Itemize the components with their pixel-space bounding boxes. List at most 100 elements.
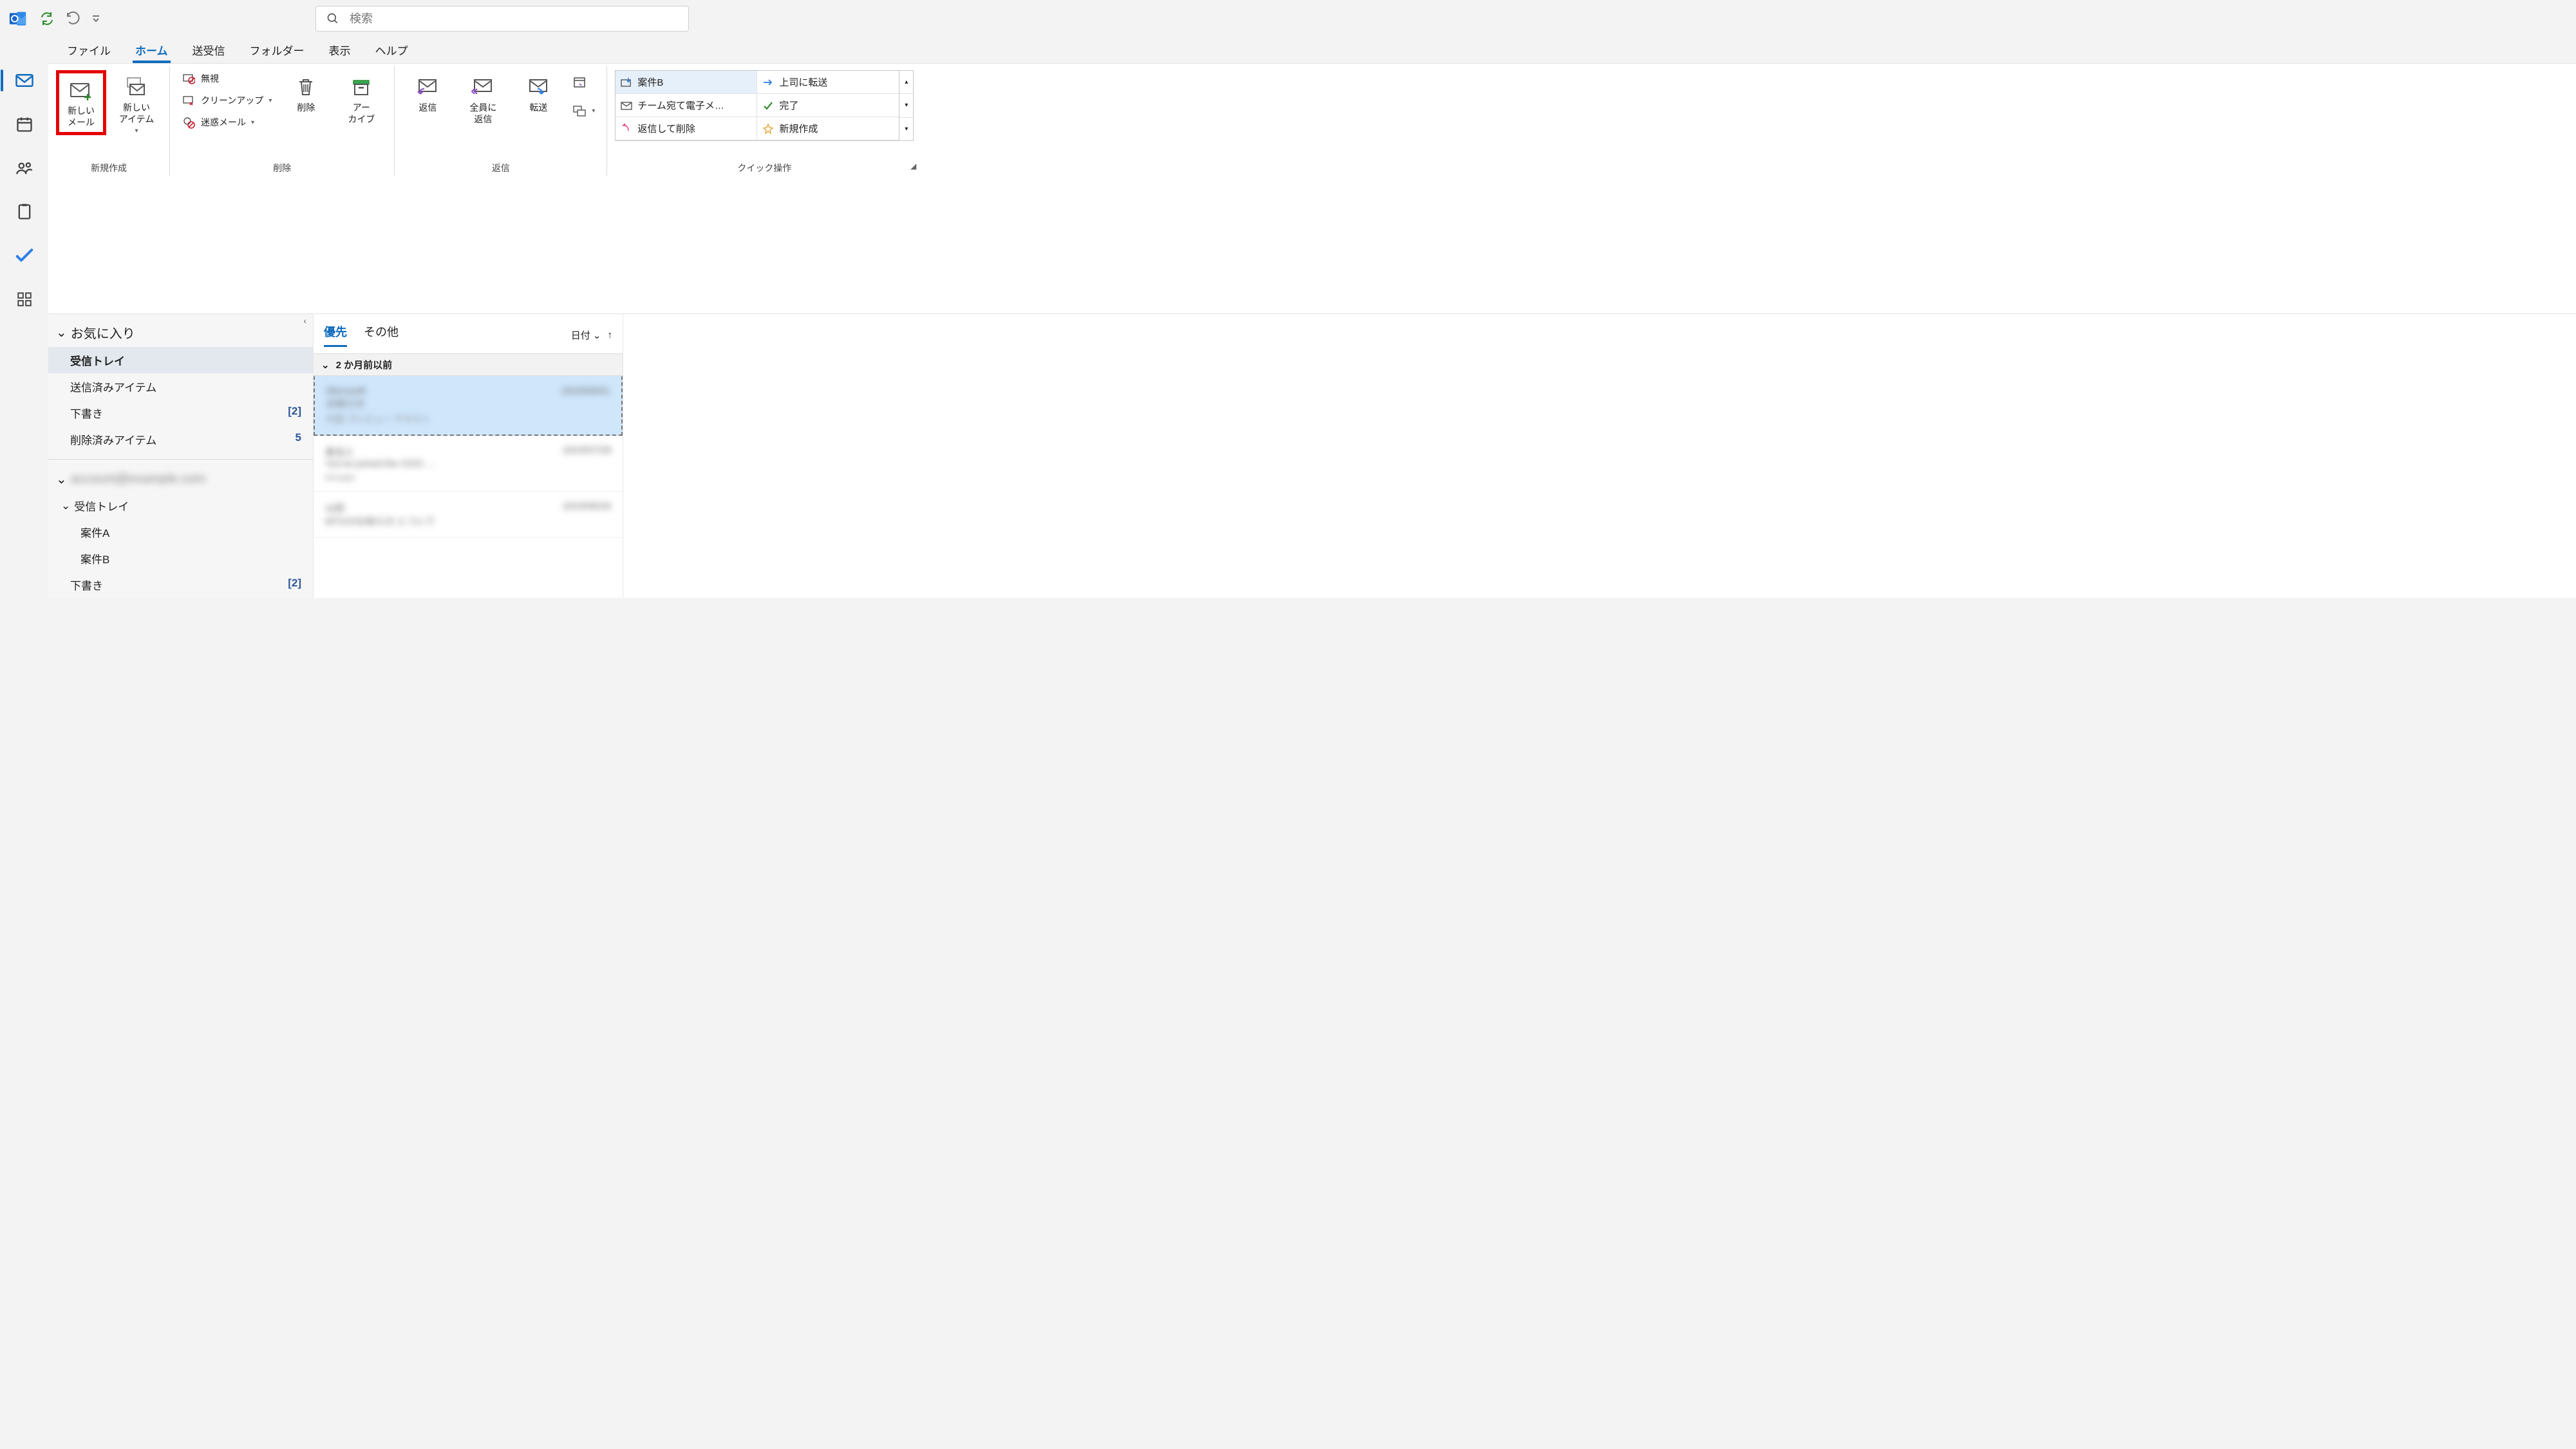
date-group-label: 2 か月前以前	[336, 358, 393, 371]
quick-step-2[interactable]: 上司に転送	[757, 71, 899, 94]
qs6-label: 新規作成	[779, 122, 818, 135]
reply-label: 返信	[418, 102, 437, 114]
chevron-down-icon: ⌄	[593, 330, 601, 341]
sort-by-button[interactable]: 日付 ⌄	[571, 328, 601, 342]
folder-inbox-2[interactable]: ⌄ 受信トレイ	[48, 492, 313, 519]
quick-step-down[interactable]: ▾	[899, 94, 913, 117]
folder-divider	[48, 459, 313, 460]
chevron-down-icon: ⌄	[56, 471, 67, 487]
reply-button[interactable]: 返信	[402, 70, 453, 118]
group-label-new: 新規作成	[91, 162, 127, 174]
reading-pane	[623, 314, 2576, 598]
date-group-header[interactable]: ⌄ 2 か月前以前	[314, 353, 623, 376]
quick-step-4[interactable]: 完了	[757, 94, 899, 117]
more-respond-button[interactable]: ▾	[569, 102, 599, 119]
folder-inbox-label: 受信トレイ	[70, 352, 125, 368]
favorites-header[interactable]: ⌄ お気に入り	[48, 318, 313, 347]
folder-inbox2-label: 受信トレイ	[74, 498, 129, 514]
tab-help[interactable]: ヘルプ	[373, 39, 411, 63]
ribbon: 新しい メール 新しい アイテム ▾ 新規作成	[48, 63, 2576, 314]
quick-step-3[interactable]: チーム宛て電子メ…	[616, 94, 757, 117]
forward-button[interactable]: 転送	[513, 70, 563, 118]
ribbon-group-new: 新しい メール 新しい アイテム ▾ 新規作成	[48, 66, 170, 176]
search-box[interactable]	[315, 6, 689, 32]
new-items-label: 新しい アイテム	[119, 102, 155, 125]
other-tab[interactable]: その他	[364, 323, 399, 347]
quick-step-dialog-launcher[interactable]: ◢	[908, 159, 919, 173]
folder-deleted-label: 削除済みアイテム	[70, 431, 156, 447]
message-item[interactable]: Microsoft2023/09/01 お知らせ 内容 プレビュー テキスト	[314, 376, 623, 436]
junk-label: 迷惑メール	[201, 116, 246, 129]
new-mail-button[interactable]: 新しい メール	[56, 70, 106, 135]
tab-send-receive[interactable]: 送受信	[190, 39, 228, 63]
archive-button[interactable]: アー カイブ	[336, 70, 386, 129]
ignore-button[interactable]: 無視	[178, 70, 276, 87]
qs5-label: 返信して削除	[637, 122, 695, 135]
rail-todo-icon[interactable]	[10, 241, 39, 270]
delete-label: 削除	[297, 102, 315, 114]
quick-access-toolbar	[39, 10, 102, 27]
search-input[interactable]	[350, 12, 678, 26]
message-item[interactable]: 山田2023/06/26 MTGのお知らせ について	[314, 492, 623, 538]
focused-tab[interactable]: 優先	[324, 323, 347, 347]
delete-button[interactable]: 削除	[281, 70, 331, 118]
folder-sent[interactable]: 送信済みアイテム	[48, 373, 313, 400]
folder-project-a[interactable]: 案件A	[48, 519, 313, 545]
rail-mail-icon[interactable]	[10, 66, 39, 95]
tab-folder[interactable]: フォルダー	[247, 39, 307, 63]
move-folder-icon	[621, 77, 632, 88]
qs4-label: 完了	[779, 98, 798, 112]
folder-project-b-label: 案件B	[80, 550, 109, 566]
reply-delete-icon	[621, 123, 632, 135]
content-area: ‹ ⌄ お気に入り 受信トレイ 送信済みアイテム 下書き [2] 削除済みアイテ…	[48, 314, 2576, 598]
chevron-down-icon: ▾	[135, 127, 138, 136]
search-icon	[326, 12, 339, 25]
reply-icon	[415, 74, 440, 100]
quick-step-1[interactable]: 案件B	[616, 71, 757, 94]
folder-drafts[interactable]: 下書き [2]	[48, 400, 313, 426]
folder-inbox[interactable]: 受信トレイ	[48, 347, 313, 373]
rail-people-icon[interactable]	[10, 153, 39, 183]
reply-all-button[interactable]: 全員に 返信	[458, 70, 508, 129]
qs2-label: 上司に転送	[779, 75, 827, 89]
team-mail-icon	[621, 100, 632, 111]
tab-view[interactable]: 表示	[326, 39, 353, 63]
cleanup-button[interactable]: クリーンアップ ▾	[178, 92, 276, 109]
collapse-folder-pane-icon[interactable]: ‹	[303, 315, 306, 326]
folder-deleted[interactable]: 削除済みアイテム 5	[48, 426, 313, 453]
trash-icon	[293, 74, 319, 100]
message-item[interactable]: 差出人2023/07/28 You've joined the OOO … Gr…	[314, 436, 623, 492]
archive-icon	[348, 74, 374, 100]
tab-file[interactable]: ファイル	[64, 39, 113, 63]
qs3-label: チーム宛て電子メ…	[637, 98, 724, 112]
meeting-reply-button[interactable]	[569, 74, 599, 91]
archive-label: アー カイブ	[348, 102, 375, 125]
junk-button[interactable]: 迷惑メール ▾	[178, 114, 276, 131]
tab-home[interactable]: ホーム	[133, 39, 171, 63]
quick-step-more[interactable]: ▾	[899, 118, 913, 140]
undo-icon[interactable]	[64, 10, 81, 27]
rail-tasks-icon[interactable]	[10, 197, 39, 227]
new-items-button[interactable]: 新しい アイテム ▾	[111, 70, 162, 140]
chevron-down-icon: ⌄	[321, 359, 330, 371]
chevron-down-icon: ⌄	[61, 500, 70, 512]
forward-label: 転送	[529, 102, 547, 114]
folder-project-a-label: 案件A	[80, 524, 109, 540]
folder-drafts-2[interactable]: 下書き [2]	[48, 572, 313, 598]
folder-project-b[interactable]: 案件B	[48, 545, 313, 572]
chevron-down-icon: ▾	[268, 97, 272, 104]
quick-step-6[interactable]: 新規作成	[757, 117, 899, 140]
reply-all-label: 全員に 返信	[469, 102, 496, 125]
quick-step-5[interactable]: 返信して削除	[616, 117, 757, 140]
rail-calendar-icon[interactable]	[10, 109, 39, 139]
customize-qat-icon[interactable]	[90, 10, 102, 27]
quick-step-up[interactable]: ▴	[899, 71, 913, 94]
sort-direction-button[interactable]: ↑	[608, 330, 613, 341]
message-list-pane: 優先 その他 日付 ⌄ ↑ ⌄ 2 か月前以前 Microsoft2023/09…	[314, 314, 623, 598]
new-mail-label: 新しい メール	[68, 106, 95, 128]
chevron-down-icon: ▾	[592, 108, 595, 115]
account-header[interactable]: ⌄ account@example.com	[48, 466, 313, 492]
rail-more-apps-icon[interactable]	[10, 285, 39, 314]
send-receive-icon[interactable]	[39, 10, 55, 27]
junk-icon	[182, 115, 196, 129]
